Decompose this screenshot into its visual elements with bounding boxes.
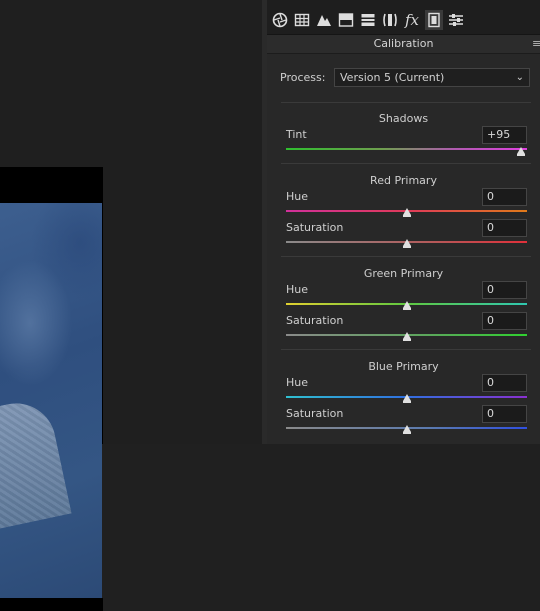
process-label: Process: — [280, 71, 326, 84]
slider-thumb-base — [402, 308, 411, 310]
red-saturation-input[interactable]: 0 — [482, 219, 527, 237]
green-hue-label: Hue — [286, 283, 309, 296]
blue-saturation-label: Saturation — [286, 407, 344, 420]
red-primary-title: Red Primary — [370, 174, 437, 187]
green-saturation-input[interactable]: 0 — [482, 312, 527, 330]
photo-frame — [0, 167, 103, 611]
shadows-tint-slider[interactable] — [286, 148, 527, 150]
shadows-title: Shadows — [378, 112, 429, 125]
green-saturation-thumb[interactable] — [402, 332, 411, 339]
red-hue-input[interactable]: 0 — [482, 188, 527, 206]
blue-hue-input[interactable]: 0 — [482, 374, 527, 392]
calibration-panel: fx Calibration ≡ Process: Version 5 (Cur… — [267, 0, 540, 444]
slider-thumb-base — [402, 432, 411, 434]
process-row: Process: Version 5 (Current) ⌄ — [280, 68, 530, 88]
aperture-icon[interactable] — [271, 10, 289, 30]
photo-subject — [0, 395, 72, 531]
red-hue-thumb[interactable] — [402, 208, 411, 215]
red-saturation-thumb[interactable] — [402, 239, 411, 246]
blue-saturation-input[interactable]: 0 — [482, 405, 527, 423]
shadows-tint-input[interactable]: +95 — [482, 126, 527, 144]
blue-hue-label: Hue — [286, 376, 309, 389]
process-select-value: Version 5 (Current) — [340, 71, 445, 84]
photo-bottom-border — [0, 598, 103, 611]
green-saturation-label: Saturation — [286, 314, 344, 327]
lens-icon[interactable] — [381, 10, 399, 30]
grid-icon[interactable] — [293, 10, 311, 30]
green-hue-thumb[interactable] — [402, 301, 411, 308]
panel-menu-icon[interactable]: ≡ — [532, 35, 540, 53]
separator — [281, 163, 531, 164]
slider-thumb-base — [402, 246, 411, 248]
image-canvas[interactable] — [0, 0, 262, 611]
hsl-icon[interactable] — [359, 10, 377, 30]
process-select[interactable]: Version 5 (Current) ⌄ — [334, 68, 530, 87]
sliders-icon[interactable] — [447, 10, 465, 30]
chevron-down-icon: ⌄ — [515, 72, 524, 83]
red-hue-label: Hue — [286, 190, 309, 203]
slider-thumb-base — [402, 215, 411, 217]
blue-saturation-thumb[interactable] — [402, 425, 411, 432]
fx-icon[interactable]: fx — [403, 10, 421, 30]
shadows-tint-label: Tint — [286, 128, 307, 141]
photo-preview[interactable] — [0, 203, 102, 598]
separator — [281, 349, 531, 350]
split-toning-icon[interactable] — [337, 10, 355, 30]
panel-title[interactable]: Calibration — [267, 35, 540, 54]
slider-thumb-base — [516, 154, 525, 156]
shadows-tint-thumb[interactable] — [516, 147, 525, 154]
slider-thumb-base — [402, 401, 411, 403]
mountains-icon[interactable] — [315, 10, 333, 30]
green-primary-title: Green Primary — [363, 267, 444, 280]
red-saturation-label: Saturation — [286, 221, 344, 234]
slider-thumb-base — [402, 339, 411, 341]
blue-primary-title: Blue Primary — [368, 360, 439, 373]
separator — [281, 102, 531, 103]
edit-toolbar: fx — [267, 0, 540, 35]
separator — [281, 256, 531, 257]
calibration-icon[interactable] — [425, 10, 443, 30]
blue-hue-thumb[interactable] — [402, 394, 411, 401]
green-hue-input[interactable]: 0 — [482, 281, 527, 299]
